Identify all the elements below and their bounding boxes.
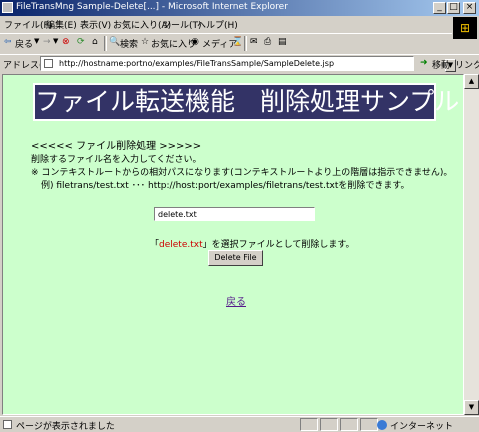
menu-help[interactable]: ヘルプ(H)	[197, 18, 238, 31]
home-button[interactable]: ⌂	[92, 37, 98, 47]
stop-button[interactable]: ⊗	[62, 37, 70, 47]
close-button[interactable]: ×	[463, 2, 476, 14]
history-button[interactable]: ⌛	[232, 37, 243, 47]
title-bar: FileTransMng Sample-Delete[...] - Micros…	[0, 0, 479, 16]
internet-zone-icon	[377, 420, 387, 430]
status-bar: ページが表示されました インターネット	[0, 416, 479, 432]
media-icon: ◉	[191, 37, 199, 47]
status-cell	[340, 418, 358, 431]
status-cell	[320, 418, 338, 431]
minimize-button[interactable]: _	[433, 2, 446, 14]
toolbar: ⇦ 戻る ▼ → ▼ ⊗ ⟳ ⌂ 🔍 検索 ☆ お気に入り ◉ メディア ⌛ ✉…	[0, 33, 452, 54]
delete-file-button[interactable]: Delete File	[208, 250, 263, 266]
window-title: FileTransMng Sample-Delete[...] - Micros…	[16, 2, 288, 12]
back-arrow-icon: ⇦	[4, 37, 12, 47]
windows-logo-icon: ⊞	[453, 17, 477, 39]
menu-bar: ファイル(F) 編集(E) 表示(V) お気に入り(A) ツール(T) ヘルプ(…	[0, 17, 479, 32]
section-heading: <<<<< ファイル削除処理 >>>>>	[31, 141, 202, 152]
links-button[interactable]: リンク »	[455, 58, 479, 71]
search-button[interactable]: 検索	[120, 37, 138, 50]
address-bar: アドレス(D) http://hostname:portno/examples/…	[0, 54, 479, 73]
search-icon: 🔍	[109, 37, 121, 47]
favorites-icon: ☆	[141, 37, 150, 47]
menu-file[interactable]: ファイル(F)	[4, 18, 52, 31]
favorites-button[interactable]: お気に入り	[151, 37, 196, 50]
note-text: ※ コンテキストルートからの相対パスになります(コンテキストルートより上の階層は…	[31, 168, 453, 178]
page-banner: ファイル転送機能 削除処理サンプル	[33, 83, 459, 121]
toolbar-separator	[104, 36, 107, 51]
address-url[interactable]: http://hostname:portno/examples/FileTran…	[59, 59, 334, 68]
filename-input[interactable]	[154, 207, 315, 221]
mail-button[interactable]: ✉	[250, 37, 258, 47]
go-button[interactable]: 移動	[432, 58, 450, 71]
status-cell	[360, 418, 378, 431]
ie-page-icon	[2, 2, 13, 13]
status-cell	[300, 418, 318, 431]
edit-button[interactable]: ▤	[278, 37, 287, 47]
toolbar-separator	[244, 36, 247, 51]
go-arrow-icon[interactable]: ➜	[420, 58, 428, 68]
menu-edit[interactable]: 編集(E)	[46, 18, 77, 31]
back-button[interactable]: 戻る	[15, 37, 33, 50]
confirm-rest: 」を選択ファイルとして削除します。	[202, 240, 355, 250]
refresh-button[interactable]: ⟳	[77, 37, 85, 47]
page-icon	[44, 59, 53, 68]
instruction-text: 削除するファイル名を入力してください。	[31, 155, 202, 165]
back-link[interactable]: 戻る	[226, 293, 246, 308]
scroll-down-icon[interactable]: ▼	[464, 400, 479, 415]
confirm-message: 「delete.txt」を選択ファイルとして削除します。	[150, 237, 354, 250]
menu-view[interactable]: 表示(V)	[80, 18, 111, 31]
forward-dropdown-icon[interactable]: ▼	[53, 37, 58, 45]
back-dropdown-icon[interactable]: ▼	[34, 37, 39, 45]
browser-window: FileTransMng Sample-Delete[...] - Micros…	[0, 0, 479, 432]
maximize-button[interactable]: □	[447, 2, 460, 14]
confirm-open-bracket: 「	[150, 240, 160, 250]
print-button[interactable]: ⎙	[264, 37, 271, 47]
forward-button[interactable]: →	[43, 37, 51, 47]
page-content: ファイル転送機能 削除処理サンプル <<<<< ファイル削除処理 >>>>> 削…	[2, 74, 464, 415]
scroll-up-icon[interactable]: ▲	[464, 74, 479, 89]
vertical-scrollbar[interactable]: ▲ ▼	[464, 74, 479, 415]
confirm-filename: delete.txt	[159, 240, 203, 250]
address-input[interactable]: http://hostname:portno/examples/FileTran…	[40, 56, 456, 72]
menu-tools[interactable]: ツール(T)	[162, 18, 202, 31]
status-text: ページが表示されました	[16, 422, 115, 432]
page-done-icon	[3, 420, 12, 429]
zone-text: インターネット	[390, 422, 454, 432]
example-text: 例) filetrans/test.txt ･･･ http://host:po…	[41, 181, 410, 191]
